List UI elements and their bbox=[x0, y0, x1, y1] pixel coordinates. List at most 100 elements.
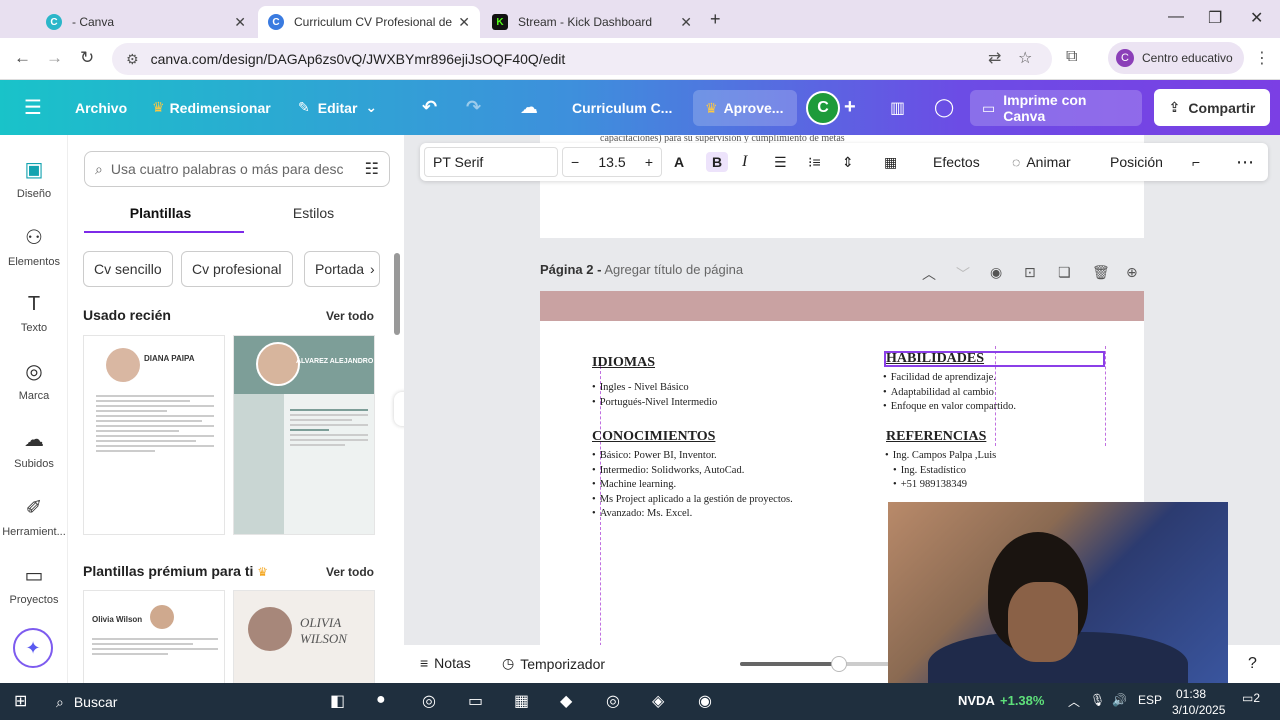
close-tab-icon[interactable]: ✕ bbox=[458, 14, 470, 31]
profile-button[interactable]: C Centro educativo bbox=[1108, 42, 1244, 74]
browser-tab-kick[interactable]: K Stream - Kick Dashboard ✕ bbox=[482, 6, 702, 38]
temporizador-button[interactable]: ◷ Temporizador bbox=[502, 655, 605, 672]
bold-button[interactable]: B bbox=[706, 143, 729, 181]
volume-icon[interactable]: 🔊 bbox=[1112, 693, 1127, 707]
more-options-icon[interactable]: ⋯ bbox=[1236, 143, 1254, 181]
template-thumbnail-olivia-script[interactable]: OLIVIA WILSON bbox=[233, 590, 375, 685]
outlook-icon[interactable]: ◧ bbox=[330, 691, 345, 711]
help-icon[interactable]: ? bbox=[1248, 655, 1257, 673]
user-avatar[interactable]: C bbox=[806, 91, 840, 125]
archivo-menu[interactable]: Archivo bbox=[75, 80, 127, 135]
filter-icon[interactable]: ☷ bbox=[365, 159, 379, 179]
microphone-icon[interactable]: 🎙 bbox=[1090, 693, 1105, 707]
spacing-icon[interactable]: ⇕ bbox=[842, 143, 854, 181]
tab-plantillas[interactable]: Plantillas bbox=[84, 205, 237, 221]
browser-tab-canva[interactable]: C - Canva ✕ bbox=[36, 6, 256, 38]
tab-estilos[interactable]: Estilos bbox=[237, 205, 390, 221]
decrease-size-icon[interactable]: − bbox=[571, 154, 579, 170]
chevron-down-icon[interactable]: ﹀ bbox=[956, 264, 970, 284]
efectos-button[interactable]: Efectos bbox=[933, 143, 980, 181]
extensions-icon[interactable]: ⧉ bbox=[1066, 48, 1077, 66]
windows-start-icon[interactable]: ⊞ bbox=[14, 691, 27, 711]
delete-page-icon[interactable]: 🗑 bbox=[1092, 264, 1110, 281]
habilidades-list[interactable]: Facilidad de aprendizaje. Adaptabilidad … bbox=[883, 371, 1016, 415]
app-icon[interactable]: ● bbox=[376, 691, 386, 709]
rail-item-marca[interactable]: ◎ Marca bbox=[0, 359, 68, 402]
magic-sparkle-button[interactable]: ✦ bbox=[13, 628, 53, 668]
zoom-slider-knob[interactable] bbox=[831, 656, 847, 672]
template-thumbnail-diana[interactable]: DIANA PAIPA bbox=[83, 335, 225, 535]
section-title-referencias[interactable]: REFERENCIAS bbox=[886, 429, 986, 445]
chevron-up-icon[interactable]: ︿ bbox=[922, 264, 936, 284]
align-icon[interactable]: ☰ bbox=[774, 143, 787, 181]
browser-menu-icon[interactable]: ⋮ bbox=[1254, 48, 1270, 68]
font-size-stepper[interactable]: − 13.5 + bbox=[562, 147, 662, 177]
document-title[interactable]: Curriculum C... bbox=[572, 80, 672, 135]
chrome-icon[interactable]: ◎ bbox=[422, 691, 436, 711]
chip-cv-profesional[interactable]: Cv profesional bbox=[181, 251, 293, 287]
file-explorer-icon[interactable]: ▭ bbox=[468, 691, 483, 711]
minimize-icon[interactable]: — bbox=[1168, 8, 1184, 26]
notas-button[interactable]: ≡ Notas bbox=[420, 655, 471, 671]
comment-icon[interactable]: ◯ bbox=[934, 80, 954, 135]
section-title-habilidades[interactable]: HABILIDADES bbox=[886, 351, 984, 367]
template-search-input[interactable]: ⌕ Usa cuatro palabras o más para desc ☷ bbox=[84, 151, 390, 187]
list-icon[interactable]: ⁝≡ bbox=[808, 143, 821, 181]
close-tab-icon[interactable]: ✕ bbox=[234, 14, 246, 31]
undo-icon[interactable]: ↶ bbox=[422, 80, 437, 135]
stock-ticker[interactable]: NVDA bbox=[958, 693, 995, 708]
add-page-icon[interactable]: ⊕ bbox=[1126, 264, 1138, 281]
chip-cv-sencillo[interactable]: Cv sencillo bbox=[83, 251, 173, 287]
editar-menu[interactable]: ✎ Editar ⌄ bbox=[298, 80, 377, 135]
close-window-icon[interactable]: ✕ bbox=[1250, 8, 1263, 28]
section-title-idiomas[interactable]: IDIOMAS bbox=[592, 355, 655, 371]
rail-item-texto[interactable]: T Texto bbox=[0, 293, 68, 334]
rail-item-diseno[interactable]: ▣ Diseño bbox=[0, 157, 68, 200]
font-family-select[interactable]: PT Serif bbox=[424, 147, 558, 177]
paint-format-icon[interactable]: ⌐ bbox=[1192, 143, 1200, 181]
rail-item-herramientas[interactable]: ✐ Herramient... bbox=[0, 495, 68, 538]
animar-button[interactable]: ◌ Animar bbox=[1012, 143, 1071, 181]
posicion-button[interactable]: Posición bbox=[1110, 143, 1163, 181]
imprime-button[interactable]: ▭ Imprime con Canva bbox=[970, 90, 1142, 126]
template-thumbnail-alvarez[interactable]: ÁLVAREZ ALEJANDRO bbox=[233, 335, 375, 535]
redo-icon[interactable]: ↷ bbox=[466, 80, 481, 135]
chip-portada[interactable]: Portada › bbox=[304, 251, 380, 287]
language-indicator[interactable]: ESP bbox=[1138, 693, 1162, 707]
zoom-slider[interactable] bbox=[740, 656, 890, 672]
aprovechar-button[interactable]: ♛ Aprove... bbox=[693, 90, 797, 126]
conocimientos-list[interactable]: Básico: Power BI, Inventor. Intermedio: … bbox=[592, 449, 793, 522]
text-color-icon[interactable]: A bbox=[674, 143, 684, 181]
reload-icon[interactable]: ↻ bbox=[80, 48, 94, 68]
menu-hamburger-icon[interactable]: ☰ bbox=[24, 80, 42, 135]
forward-icon[interactable]: → bbox=[46, 48, 63, 68]
bookmark-star-icon[interactable]: ☆ bbox=[1018, 48, 1032, 68]
chrome-icon[interactable]: ◎ bbox=[606, 691, 620, 711]
translate-icon[interactable]: ⇄ bbox=[988, 48, 1001, 68]
compartir-button[interactable]: ⇪ Compartir bbox=[1154, 89, 1270, 126]
section-title-conocimientos[interactable]: CONOCIMIENTOS bbox=[592, 429, 715, 445]
page-title-input[interactable]: Agregar título de página bbox=[604, 262, 743, 277]
analytics-icon[interactable]: ▥ bbox=[890, 80, 905, 135]
rail-item-proyectos[interactable]: ▭ Proyectos bbox=[0, 563, 68, 606]
referencias-list[interactable]: Ing. Campos Palpa ,Luis Ing. Estadístico… bbox=[885, 449, 997, 493]
new-tab-icon[interactable]: + bbox=[710, 9, 721, 30]
restore-icon[interactable]: ❐ bbox=[1208, 8, 1222, 28]
taskbar-search[interactable]: ⌕ Buscar bbox=[46, 687, 306, 717]
duplicate-page-icon[interactable]: ❏ bbox=[1058, 264, 1071, 281]
site-settings-icon[interactable]: ⚙ bbox=[126, 51, 139, 68]
idiomas-list[interactable]: Ingles - Nivel Básico Portugués-Nivel In… bbox=[592, 381, 718, 410]
italic-icon[interactable]: I bbox=[742, 143, 747, 181]
rail-item-elementos[interactable]: ⚇ Elementos bbox=[0, 225, 68, 268]
see-all-premium-link[interactable]: Ver todo bbox=[326, 565, 374, 579]
see-all-recent-link[interactable]: Ver todo bbox=[326, 309, 374, 323]
back-icon[interactable]: ← bbox=[14, 48, 31, 68]
notification-badge[interactable]: ▭2 bbox=[1242, 691, 1260, 705]
panel-scrollbar[interactable] bbox=[394, 253, 400, 335]
cloud-saved-icon[interactable]: ☁ bbox=[520, 80, 538, 135]
store-icon[interactable]: ▦ bbox=[514, 691, 529, 711]
rail-item-subidos[interactable]: ☁ Subidos bbox=[0, 427, 68, 470]
redimensionar-button[interactable]: ♛ Redimensionar bbox=[152, 80, 271, 135]
transparency-icon[interactable]: ▦ bbox=[884, 143, 897, 181]
lock-icon[interactable]: ⊡ bbox=[1024, 264, 1036, 281]
